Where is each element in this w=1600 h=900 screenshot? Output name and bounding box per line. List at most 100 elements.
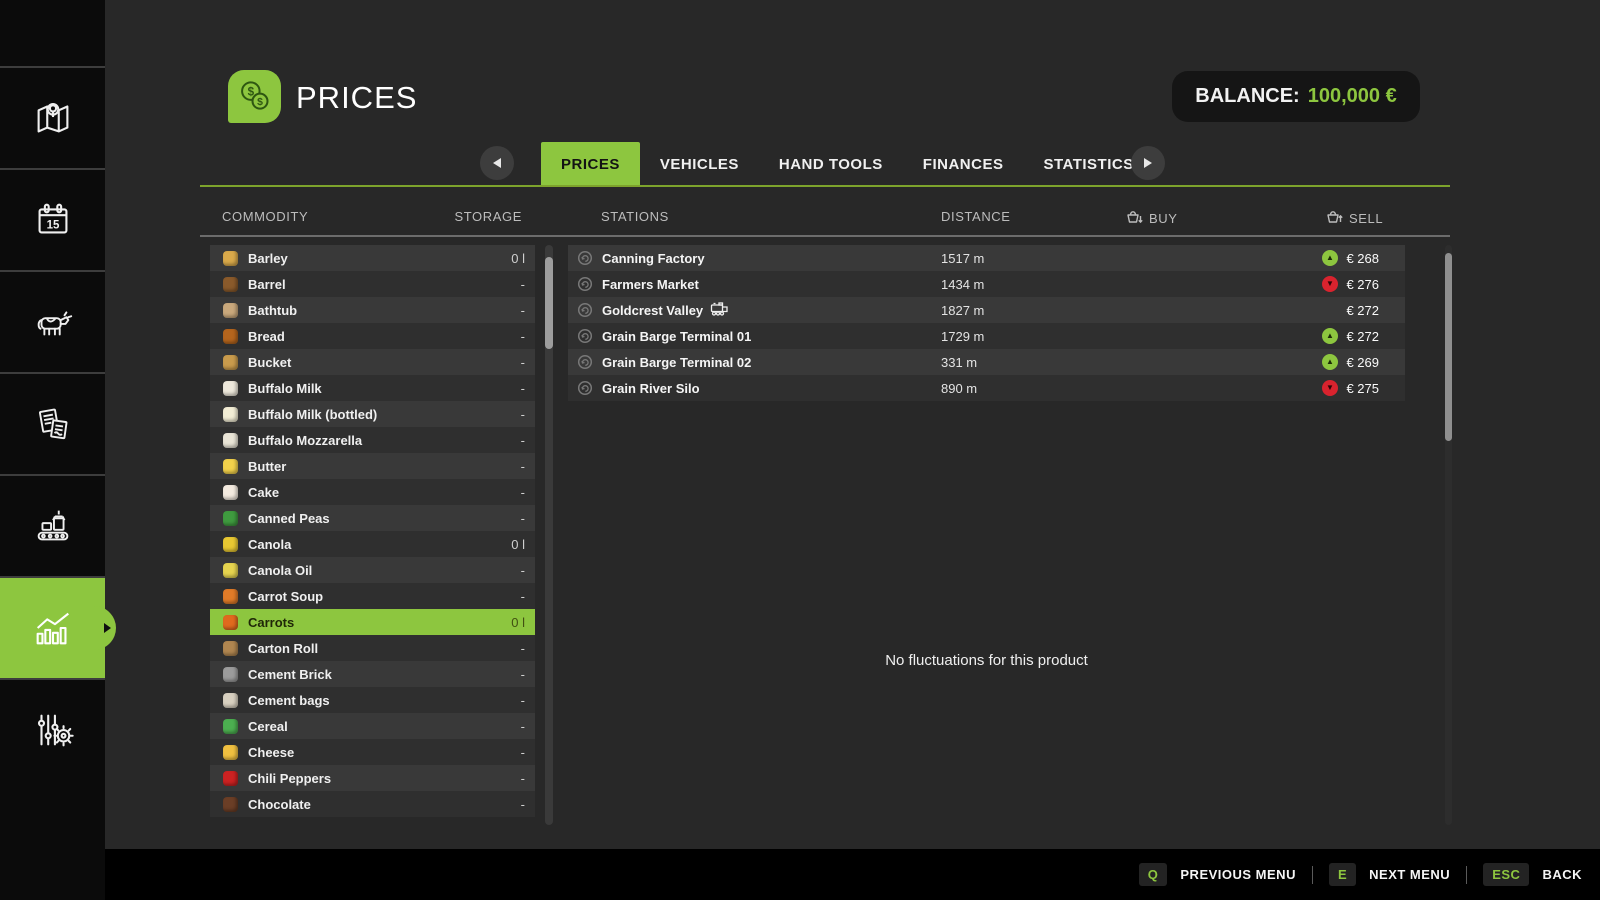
bucket-icon <box>223 354 238 370</box>
tabs-previous-arrow-button[interactable] <box>480 146 514 180</box>
sidebar-item-animals[interactable] <box>0 270 105 372</box>
commodity-name: Bucket <box>248 354 292 370</box>
key-hint-back[interactable]: BACK <box>1542 867 1582 882</box>
tab-prices[interactable]: PRICES <box>541 142 640 187</box>
tab-vehicles[interactable]: VEHICLES <box>640 142 759 187</box>
balance-label: BALANCE: <box>1195 85 1300 107</box>
commodity-row-bathtub[interactable]: Bathtub - <box>210 297 535 323</box>
station-hotspot-icon[interactable] <box>577 276 593 292</box>
commodity-row-buffalo-milk[interactable]: Buffalo Milk - <box>210 375 535 401</box>
station-hotspot-icon[interactable] <box>577 380 593 396</box>
commodity-name: Bathtub <box>248 302 298 318</box>
commodity-storage-value: 0 l <box>511 250 525 266</box>
balance-display: BALANCE: 100,000 € <box>1172 71 1420 122</box>
buffalo-milk-icon <box>223 380 238 396</box>
commodity-row-buffalo-milk-bottled-[interactable]: Buffalo Milk (bottled) - <box>210 401 535 427</box>
tab-finances[interactable]: FINANCES <box>903 142 1024 187</box>
commodity-row-canned-peas[interactable]: Canned Peas - <box>210 505 535 531</box>
commodity-scrollbar[interactable] <box>545 245 553 825</box>
sidebar-item-contracts[interactable] <box>0 372 105 474</box>
station-distance: 1827 m <box>941 302 985 318</box>
station-scrollbar-thumb[interactable] <box>1445 253 1452 441</box>
commodity-row-carton-roll[interactable]: Carton Roll - <box>210 635 535 661</box>
commodity-row-canola[interactable]: Canola 0 l <box>210 531 535 557</box>
canola-icon <box>223 536 238 552</box>
commodity-storage-value: - <box>520 744 525 760</box>
station-row-canning-factory[interactable]: Canning Factory 1517 m ▲ € 268 <box>568 245 1405 271</box>
commodity-row-barley[interactable]: Barley 0 l <box>210 245 535 271</box>
commodity-row-butter[interactable]: Butter - <box>210 453 535 479</box>
commodity-row-cement-bags[interactable]: Cement bags - <box>210 687 535 713</box>
sidebar-item-settings[interactable] <box>0 678 105 780</box>
commodity-name: Carton Roll <box>248 640 319 656</box>
cow-icon <box>30 299 76 345</box>
station-scrollbar[interactable] <box>1445 245 1452 825</box>
commodity-row-cereal[interactable]: Cereal - <box>210 713 535 739</box>
commodity-storage-value: - <box>520 562 525 578</box>
commodity-row-carrots[interactable]: Carrots 0 l <box>210 609 535 635</box>
commodity-storage-value: 0 l <box>511 614 525 630</box>
key-badge-q: Q <box>1138 863 1168 886</box>
station-row-farmers-market[interactable]: Farmers Market 1434 m ▼ € 276 <box>568 271 1405 297</box>
commodity-storage-value: - <box>520 484 525 500</box>
station-row-grain-barge-terminal-01[interactable]: Grain Barge Terminal 01 1729 m ▲ € 272 <box>568 323 1405 349</box>
commodity-storage-value: - <box>520 276 525 292</box>
commodity-storage-value: - <box>520 588 525 604</box>
station-hotspot-icon[interactable] <box>577 328 593 344</box>
commodity-name: Bread <box>248 328 285 344</box>
canola-oil-icon <box>223 562 238 578</box>
barley-icon <box>223 250 238 266</box>
sell-basket-icon <box>1326 209 1343 228</box>
sidebar-item-statistics[interactable] <box>0 576 116 678</box>
price-trend-down-icon: ▼ <box>1322 380 1338 396</box>
commodity-name: Cement bags <box>248 692 330 708</box>
station-row-goldcrest-valley[interactable]: Goldcrest Valley 1827 m € 272 <box>568 297 1405 323</box>
commodity-row-bread[interactable]: Bread - <box>210 323 535 349</box>
commodity-row-canola-oil[interactable]: Canola Oil - <box>210 557 535 583</box>
station-row-grain-river-silo[interactable]: Grain River Silo 890 m ▼ € 275 <box>568 375 1405 401</box>
buffalo-milk-bottled-icon <box>223 406 238 422</box>
commodity-name: Cereal <box>248 718 288 734</box>
commodity-storage-value: - <box>520 510 525 526</box>
station-hotspot-icon[interactable] <box>577 354 593 370</box>
commodity-name: Carrots <box>248 614 295 630</box>
sidebar-item-production[interactable] <box>0 474 105 576</box>
barrel-icon <box>223 276 238 292</box>
commodity-scrollbar-thumb[interactable] <box>545 257 553 349</box>
commodity-row-bucket[interactable]: Bucket - <box>210 349 535 375</box>
station-price-list: Canning Factory 1517 m ▲ € 268 Farmers Marke… <box>568 245 1405 401</box>
commodity-row-cake[interactable]: Cake - <box>210 479 535 505</box>
station-row-grain-barge-terminal-02[interactable]: Grain Barge Terminal 02 331 m ▲ € 269 <box>568 349 1405 375</box>
station-name: Farmers Market <box>602 276 699 292</box>
carrot-soup-icon <box>223 588 238 604</box>
key-hint-previous-menu[interactable]: PREVIOUS MENU <box>1180 867 1296 882</box>
commodity-row-buffalo-mozzarella[interactable]: Buffalo Mozzarella - <box>210 427 535 453</box>
commodity-storage-value: - <box>520 666 525 682</box>
page-title: PRICES <box>296 80 418 115</box>
commodity-row-carrot-soup[interactable]: Carrot Soup - <box>210 583 535 609</box>
station-hotspot-icon[interactable] <box>577 250 593 266</box>
commodity-name: Cheese <box>248 744 295 760</box>
commodity-row-cheese[interactable]: Cheese - <box>210 739 535 765</box>
station-sell-price: € 275 <box>1346 380 1379 396</box>
tabs-next-arrow-button[interactable] <box>1131 146 1165 180</box>
tab-hand-tools[interactable]: HAND TOOLS <box>759 142 903 187</box>
station-hotspot-icon[interactable] <box>577 302 593 318</box>
station-name: Grain River Silo <box>602 380 700 396</box>
key-hint-next-menu[interactable]: NEXT MENU <box>1369 867 1450 882</box>
commodity-storage-value: - <box>520 640 525 656</box>
header-divider <box>200 235 1450 237</box>
station-sell-price: € 268 <box>1346 250 1379 266</box>
commodity-row-cement-brick[interactable]: Cement Brick - <box>210 661 535 687</box>
station-sell-price: € 272 <box>1346 302 1379 318</box>
commodity-storage-value: - <box>520 328 525 344</box>
right-triangle-icon <box>1144 158 1152 168</box>
commodity-row-barrel[interactable]: Barrel - <box>210 271 535 297</box>
sidebar-item-calendar[interactable]: 15 <box>0 168 105 270</box>
commodity-row-chocolate[interactable]: Chocolate - <box>210 791 535 817</box>
commodity-row-chili-peppers[interactable]: Chili Peppers - <box>210 765 535 791</box>
chili-peppers-icon <box>223 770 238 786</box>
station-distance: 331 m <box>941 354 978 370</box>
sidebar-item-map[interactable] <box>0 66 105 168</box>
